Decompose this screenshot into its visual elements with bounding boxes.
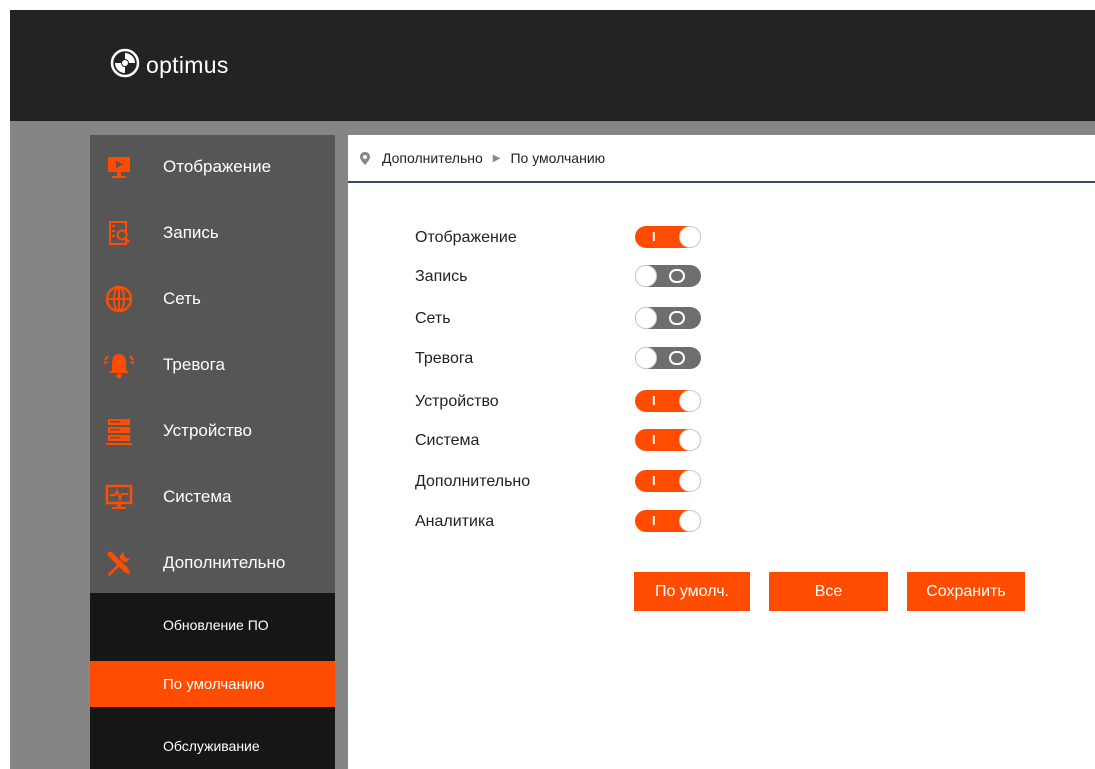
setting-label: Аналитика bbox=[415, 513, 495, 530]
sidebar-item-label: Запись bbox=[163, 223, 219, 242]
setting-row: Дополнительно I bbox=[415, 470, 815, 494]
sidebar-item-display[interactable]: Отображение bbox=[90, 135, 335, 199]
toggle-mark: I bbox=[652, 229, 656, 244]
submenu-item-label: Обслуживание bbox=[163, 738, 260, 754]
toggle-mark bbox=[669, 311, 685, 325]
toggle-knob bbox=[635, 307, 657, 329]
setting-row: Аналитика I bbox=[415, 510, 815, 534]
frame-left bbox=[10, 121, 90, 769]
submenu-item-defaults[interactable]: По умолчанию bbox=[90, 661, 335, 707]
submenu-item-maintenance[interactable]: Обслуживание bbox=[90, 723, 335, 769]
setting-label: Отображение bbox=[415, 229, 517, 246]
setting-label: Устройство bbox=[415, 393, 499, 410]
sidebar-item-label: Устройство bbox=[163, 421, 252, 440]
breadcrumb: Дополнительно ▶ По умолчанию bbox=[348, 135, 1095, 183]
toggle-knob bbox=[679, 429, 701, 451]
display-icon bbox=[104, 152, 134, 182]
sidebar-item-label: Сеть bbox=[163, 289, 201, 308]
location-pin-icon bbox=[360, 151, 370, 165]
setting-row: Устройство I bbox=[415, 390, 815, 414]
toggle-switch[interactable] bbox=[635, 347, 701, 369]
toggle-knob bbox=[679, 510, 701, 532]
sidebar-item-label: Отображение bbox=[163, 157, 272, 176]
server-icon bbox=[104, 416, 134, 446]
toggle-knob bbox=[635, 347, 657, 369]
breadcrumb-current: По умолчанию bbox=[510, 150, 606, 166]
setting-row: Сеть bbox=[415, 307, 815, 331]
caret-right-icon: ▶ bbox=[492, 152, 501, 164]
optimus-logo-icon bbox=[110, 48, 140, 83]
alarm-bell-icon bbox=[104, 350, 134, 380]
toggle-switch[interactable]: I bbox=[635, 510, 701, 532]
setting-label: Система bbox=[415, 432, 480, 449]
toggle-switch[interactable]: I bbox=[635, 470, 701, 492]
toggle-mark: I bbox=[652, 513, 656, 528]
setting-row: Тревога bbox=[415, 347, 815, 371]
setting-label: Запись bbox=[415, 268, 468, 285]
toggle-switch[interactable]: I bbox=[635, 390, 701, 412]
toggle-knob bbox=[679, 470, 701, 492]
setting-label: Сеть bbox=[415, 310, 451, 327]
toggle-knob bbox=[679, 390, 701, 412]
setting-label: Дополнительно bbox=[415, 473, 531, 490]
frame-divider bbox=[335, 121, 348, 769]
toggle-mark: I bbox=[652, 393, 656, 408]
toggle-switch[interactable]: I bbox=[635, 226, 701, 248]
sidebar-item-label: Система bbox=[163, 487, 232, 506]
select-all-button[interactable]: Все bbox=[769, 572, 888, 611]
sidebar-item-advanced[interactable]: Дополнительно bbox=[90, 531, 335, 595]
globe-icon bbox=[104, 284, 134, 314]
toggle-mark: I bbox=[652, 432, 656, 447]
toggle-knob bbox=[635, 265, 657, 287]
setting-label: Тревога bbox=[415, 350, 474, 367]
logo[interactable]: optimus bbox=[110, 48, 229, 83]
setting-row: Запись bbox=[415, 265, 815, 289]
frame-top bbox=[10, 121, 1095, 135]
logo-text: optimus bbox=[146, 52, 229, 78]
toggle-mark bbox=[669, 269, 685, 283]
breadcrumb-item[interactable]: Дополнительно bbox=[382, 150, 483, 166]
top-header: optimus bbox=[10, 10, 1095, 121]
sidebar-item-record[interactable]: Запись bbox=[90, 201, 335, 265]
submenu-item-label: По умолчанию bbox=[163, 675, 265, 693]
toggle-mark bbox=[669, 351, 685, 365]
save-button[interactable]: Сохранить bbox=[907, 572, 1025, 611]
sidebar-item-label: Дополнительно bbox=[163, 553, 286, 572]
sidebar-item-network[interactable]: Сеть bbox=[90, 267, 335, 331]
toggle-knob bbox=[679, 226, 701, 248]
setting-row: Отображение I bbox=[415, 226, 815, 250]
setting-row: Система I bbox=[415, 429, 815, 453]
sidebar-item-alarm[interactable]: Тревога bbox=[90, 333, 335, 397]
submenu-item-firmware-update[interactable]: Обновление ПО bbox=[90, 602, 335, 648]
toggle-switch[interactable]: I bbox=[635, 429, 701, 451]
sidebar-item-label: Тревога bbox=[163, 355, 225, 374]
default-button[interactable]: По умолч. bbox=[634, 572, 750, 611]
record-search-icon bbox=[104, 218, 134, 248]
sidebar-item-system[interactable]: Система bbox=[90, 465, 335, 529]
monitor-pulse-icon bbox=[104, 482, 134, 512]
tools-icon bbox=[104, 548, 134, 578]
toggle-mark: I bbox=[652, 473, 656, 488]
toggle-switch[interactable] bbox=[635, 265, 701, 287]
toggle-switch[interactable] bbox=[635, 307, 701, 329]
main-content: Дополнительно ▶ По умолчанию Отображение… bbox=[348, 135, 1095, 769]
submenu-item-label: Обновление ПО bbox=[163, 617, 269, 633]
sidebar-item-device[interactable]: Устройство bbox=[90, 399, 335, 463]
sidebar-submenu: Обновление ПО По умолчанию Обслуживание bbox=[90, 593, 335, 769]
